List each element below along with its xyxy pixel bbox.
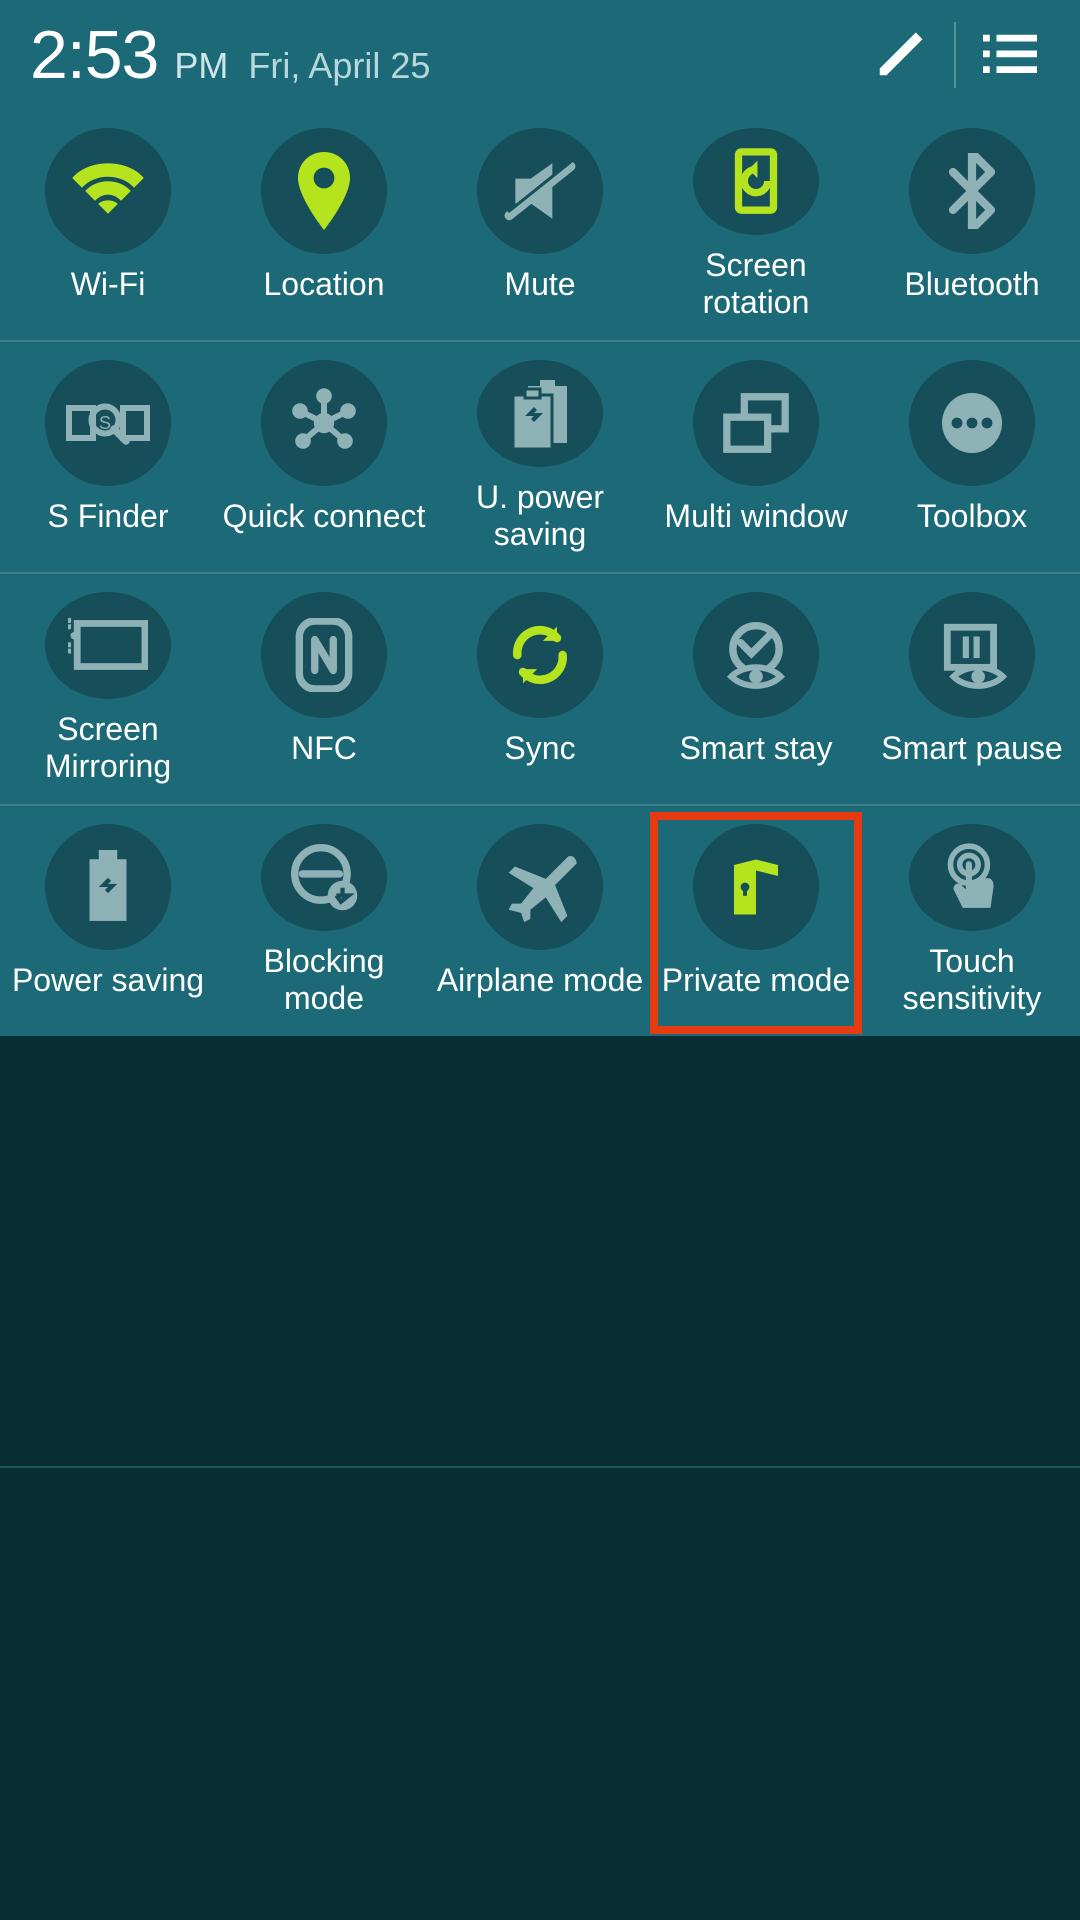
tile-power-saving[interactable]: Power saving xyxy=(0,806,216,1036)
tile-circle xyxy=(477,128,603,254)
tile-nfc[interactable]: NFC xyxy=(216,574,432,804)
tile-label: Smart stay xyxy=(676,730,837,768)
touch-icon xyxy=(937,840,1007,914)
tile-label: Location xyxy=(260,266,389,304)
bottom-separator xyxy=(0,1466,1080,1468)
clock-ampm: PM xyxy=(174,45,228,87)
tile-u-power-saving[interactable]: U. power saving xyxy=(432,342,648,572)
tile-circle: S xyxy=(45,360,171,486)
blocking-mode-icon xyxy=(287,840,361,914)
tile-touch-sensitivity[interactable]: Touch sensitivity xyxy=(864,806,1080,1036)
svg-text:S: S xyxy=(99,413,111,433)
tile-circle xyxy=(261,128,387,254)
tile-screen-rotation[interactable]: Screen rotation xyxy=(648,110,864,340)
quick-settings-panel: 2:53 PM Fri, April 25 xyxy=(0,0,1080,1036)
clock-date: Fri, April 25 xyxy=(248,45,430,87)
sync-icon xyxy=(506,621,574,689)
tile-s-finder[interactable]: S S Finder xyxy=(0,342,216,572)
clock-time: 2:53 xyxy=(30,16,158,94)
header-actions xyxy=(860,15,1050,95)
tile-smart-pause[interactable]: Smart pause xyxy=(864,574,1080,804)
tile-label: Touch sensitivity xyxy=(864,943,1080,1019)
tile-wifi[interactable]: Wi-Fi xyxy=(0,110,216,340)
location-icon xyxy=(296,152,352,230)
tile-bluetooth[interactable]: Bluetooth xyxy=(864,110,1080,340)
mute-icon xyxy=(503,159,577,223)
tile-location[interactable]: Location xyxy=(216,110,432,340)
tile-label: Multi window xyxy=(660,498,851,536)
tile-circle xyxy=(909,360,1035,486)
tile-label: NFC xyxy=(287,730,361,768)
tile-circle xyxy=(477,824,603,950)
header: 2:53 PM Fri, April 25 xyxy=(0,0,1080,110)
tile-circle xyxy=(477,360,603,467)
u-power-saving-icon xyxy=(506,377,574,449)
tile-circle xyxy=(261,824,387,931)
pencil-icon xyxy=(873,28,927,82)
tile-screen-mirroring[interactable]: Screen Mirroring xyxy=(0,574,216,804)
quick-settings-grid: Wi-Fi Location Mute xyxy=(0,110,1080,1036)
tile-circle xyxy=(693,128,819,235)
airplane-icon xyxy=(501,848,579,926)
tile-circle xyxy=(45,592,171,699)
tile-label: Bluetooth xyxy=(900,266,1043,304)
tile-label: Sync xyxy=(500,730,579,768)
tile-toolbox[interactable]: Toolbox xyxy=(864,342,1080,572)
tile-circle xyxy=(693,360,819,486)
header-time-date: 2:53 PM Fri, April 25 xyxy=(30,16,430,94)
tile-circle xyxy=(909,592,1035,718)
highlight-annotation xyxy=(650,812,862,1034)
quick-connect-icon xyxy=(288,387,360,459)
wifi-icon xyxy=(69,161,147,221)
edit-button[interactable] xyxy=(860,15,940,95)
smart-pause-icon xyxy=(935,621,1009,689)
rotation-icon xyxy=(721,146,791,216)
tile-quick-connect[interactable]: Quick connect xyxy=(216,342,432,572)
tile-circle xyxy=(909,824,1035,931)
tile-circle xyxy=(693,592,819,718)
tile-blocking-mode[interactable]: Blocking mode xyxy=(216,806,432,1036)
tile-label: Power saving xyxy=(8,962,208,1000)
tile-label: Screen rotation xyxy=(648,247,864,323)
tile-circle xyxy=(261,592,387,718)
tile-circle xyxy=(477,592,603,718)
tile-label: Toolbox xyxy=(913,498,1031,536)
tile-mute[interactable]: Mute xyxy=(432,110,648,340)
tile-label: Screen Mirroring xyxy=(0,711,216,787)
tile-label: Blocking mode xyxy=(216,943,432,1019)
tile-label: Quick connect xyxy=(219,498,430,536)
sfinder-icon: S xyxy=(66,396,150,450)
tile-label: U. power saving xyxy=(432,479,648,555)
tile-circle xyxy=(45,824,171,950)
tile-label: Mute xyxy=(500,266,579,304)
tile-circle xyxy=(909,128,1035,254)
toolbox-icon xyxy=(936,387,1008,459)
multi-window-icon xyxy=(721,393,791,453)
nfc-icon xyxy=(295,618,353,692)
header-divider xyxy=(954,22,956,88)
tile-smart-stay[interactable]: Smart stay xyxy=(648,574,864,804)
bluetooth-icon xyxy=(949,153,995,229)
tile-private-mode[interactable]: Private mode xyxy=(648,806,864,1036)
tile-label: Airplane mode xyxy=(433,962,647,1000)
tile-airplane-mode[interactable]: Airplane mode xyxy=(432,806,648,1036)
list-view-button[interactable] xyxy=(970,15,1050,95)
tile-circle xyxy=(45,128,171,254)
tile-label: Wi-Fi xyxy=(67,266,150,304)
tile-label: S Finder xyxy=(44,498,173,536)
tile-label: Smart pause xyxy=(877,730,1066,768)
tile-circle xyxy=(261,360,387,486)
tile-multi-window[interactable]: Multi window xyxy=(648,342,864,572)
power-saving-icon xyxy=(84,850,132,924)
list-icon xyxy=(983,31,1037,79)
smart-stay-icon xyxy=(719,621,793,689)
tile-sync[interactable]: Sync xyxy=(432,574,648,804)
mirroring-icon xyxy=(68,617,148,673)
